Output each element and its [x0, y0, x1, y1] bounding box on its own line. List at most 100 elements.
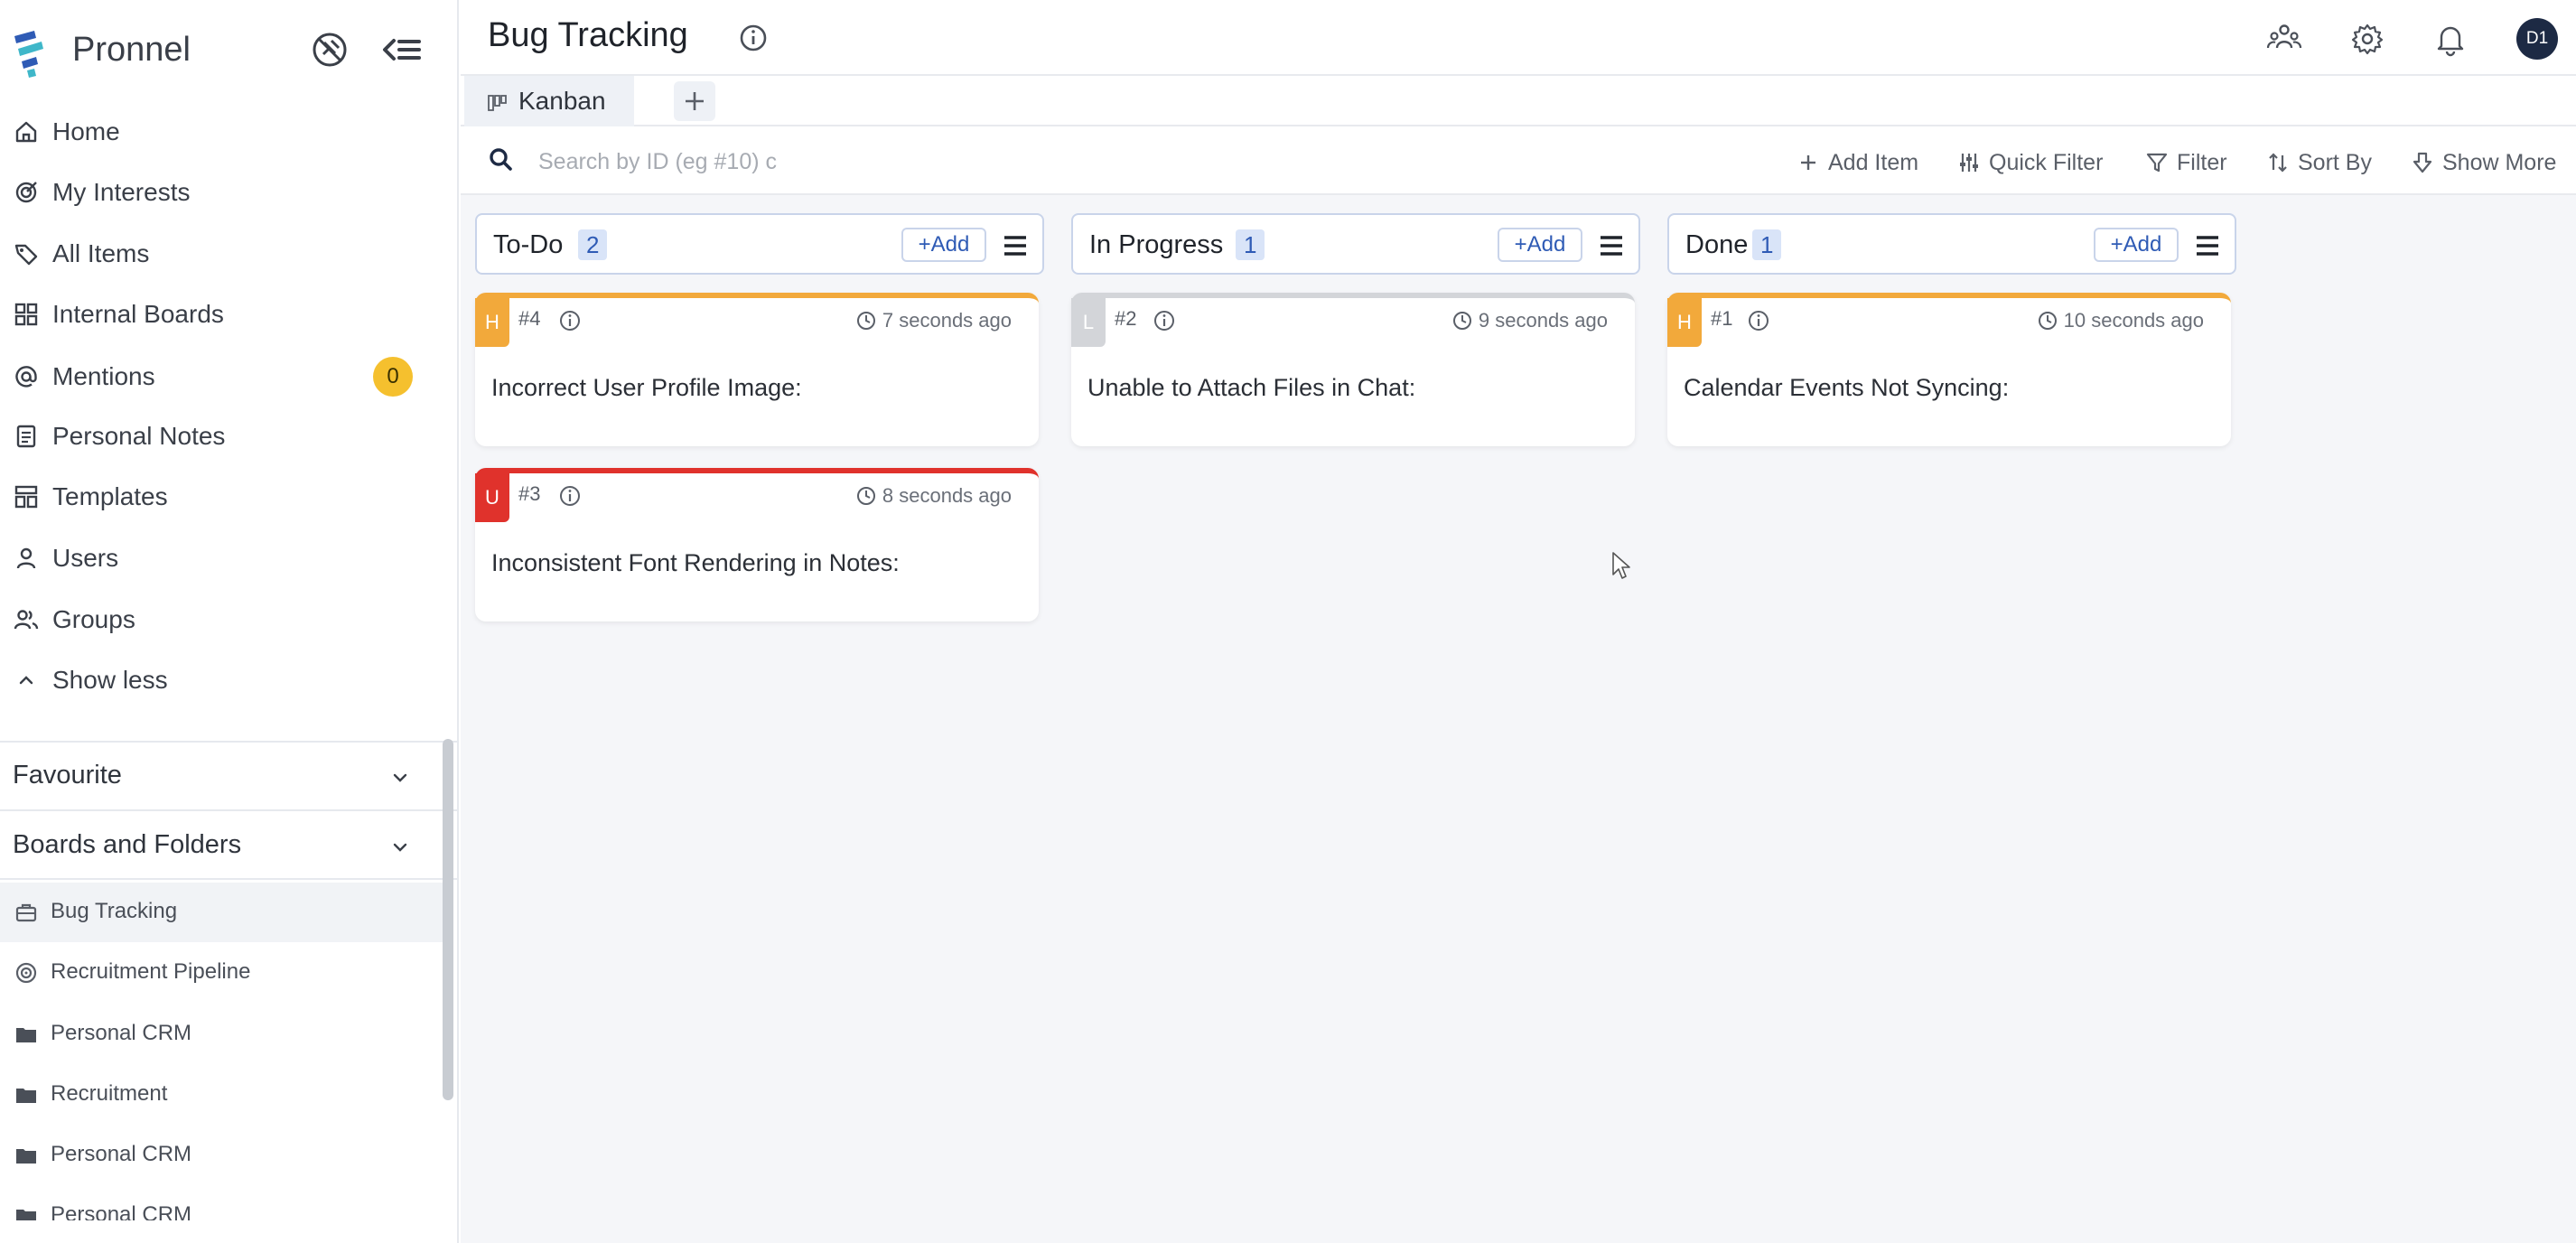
chevron-down-icon — [393, 773, 407, 782]
board-item-bug-tracking[interactable]: Bug Tracking — [0, 883, 443, 942]
show-less-toggle[interactable]: Show less — [0, 654, 434, 706]
column-count-badge: 2 — [578, 229, 608, 260]
column-add-button[interactable]: +Add — [901, 228, 986, 262]
sort-icon — [2269, 153, 2287, 173]
section-label: Boards and Folders — [13, 830, 242, 859]
nav-label: Users — [52, 544, 119, 572]
view-tabs-bar: Kanban — [461, 76, 2576, 126]
column-add-button[interactable]: +Add — [2094, 228, 2179, 262]
board-label: Personal CRM — [51, 1202, 192, 1220]
nav-label: All Items — [52, 239, 150, 267]
info-icon[interactable] — [1747, 309, 1770, 332]
filter-label: Filter — [2177, 149, 2227, 175]
sidebar: Pronnel Home My Interests All Items Inte… — [0, 0, 459, 1243]
nav-mentions[interactable]: Mentions 0 — [0, 350, 434, 403]
nav-internal-boards[interactable]: Internal Boards — [0, 288, 434, 341]
sidebar-divider — [0, 809, 457, 811]
pronnel-logo-icon — [9, 27, 52, 78]
quick-filter-button[interactable]: Quick Filter — [1956, 145, 2103, 181]
nav-users[interactable]: Users — [0, 532, 434, 584]
grid-icon — [14, 303, 38, 326]
folder-item-personal-crm[interactable]: Personal CRM — [0, 1186, 443, 1220]
interests-icon — [15, 182, 37, 203]
column-title: To-Do — [493, 230, 564, 259]
search-input[interactable] — [538, 143, 795, 181]
search-icon — [490, 148, 512, 171]
nav-my-interests[interactable]: My Interests — [0, 166, 434, 219]
nav-home[interactable]: Home — [0, 106, 434, 158]
board-label: Recruitment — [51, 1081, 168, 1106]
tab-kanban[interactable]: Kanban — [464, 76, 634, 126]
nav-all-items[interactable]: All Items — [0, 228, 434, 280]
column-header-done: Done 1 +Add — [1667, 213, 2236, 275]
card-title: Calendar Events Not Syncing: — [1684, 374, 2010, 401]
nav-label: Mentions — [52, 362, 155, 390]
users-icon — [14, 610, 39, 630]
show-more-button[interactable]: Show More — [2410, 145, 2556, 181]
priority-badge: L — [1071, 298, 1106, 347]
board-item-recruitment-pipeline[interactable]: Recruitment Pipeline — [0, 943, 443, 1003]
favourite-section-header[interactable]: Favourite — [0, 743, 432, 809]
kanban-card[interactable]: U #3 8 seconds ago Inconsistent Font Ren… — [475, 468, 1039, 622]
collapse-sidebar-icon[interactable] — [379, 27, 425, 72]
nav-label: Templates — [52, 482, 168, 510]
card-time-text: 8 seconds ago — [882, 484, 1012, 507]
menu-icon[interactable] — [1001, 231, 1030, 260]
folder-item-personal-crm[interactable]: Personal CRM — [0, 1126, 443, 1185]
card-timestamp: 10 seconds ago — [2037, 307, 2204, 334]
info-icon[interactable] — [558, 309, 582, 332]
info-icon[interactable] — [1153, 309, 1176, 332]
notification-bell-icon[interactable] — [2430, 18, 2471, 60]
kanban-card[interactable]: H #1 10 seconds ago Calendar Events Not … — [1667, 293, 2231, 446]
nav-label: Show less — [52, 666, 168, 694]
nav-templates[interactable]: Templates — [0, 471, 434, 523]
add-item-button[interactable]: Add Item — [1796, 145, 1918, 181]
menu-icon[interactable] — [2193, 231, 2222, 260]
clock-icon — [856, 487, 875, 505]
card-id: #3 — [518, 482, 541, 505]
nav-label: Internal Boards — [52, 300, 224, 328]
boards-folders-section-header[interactable]: Boards and Folders — [0, 812, 432, 879]
clock-icon — [2038, 312, 2057, 330]
card-id: #2 — [1115, 307, 1137, 330]
briefcase-icon — [15, 903, 37, 922]
sort-by-button[interactable]: Sort By — [2265, 145, 2372, 181]
menu-icon[interactable] — [1597, 231, 1626, 260]
nav-label: My Interests — [52, 178, 191, 206]
priority-badge: U — [475, 473, 509, 522]
info-icon[interactable] — [558, 484, 582, 508]
user-avatar[interactable]: D1 — [2516, 18, 2558, 60]
nav-groups[interactable]: Groups — [0, 593, 434, 646]
column-add-button[interactable]: +Add — [1498, 228, 1582, 262]
kanban-card[interactable]: L #2 9 seconds ago Unable to Attach File… — [1071, 293, 1635, 446]
folder-icon — [16, 1089, 36, 1103]
board-label: Bug Tracking — [51, 899, 178, 923]
mouse-cursor-icon — [1612, 552, 1630, 579]
info-icon[interactable] — [737, 22, 770, 54]
column-count-badge: 1 — [1236, 229, 1265, 260]
add-view-button[interactable] — [674, 81, 715, 121]
team-icon[interactable] — [2263, 18, 2305, 60]
logo-row: Pronnel — [9, 27, 452, 78]
filter-button[interactable]: Filter — [2144, 145, 2227, 181]
quick-filter-label: Quick Filter — [1989, 149, 2104, 175]
board-label: Personal CRM — [51, 1021, 192, 1045]
board-toolbar: Add Item Quick Filter Filter Sort By Sho… — [461, 126, 2576, 195]
folder-icon — [16, 1149, 36, 1164]
nav-personal-notes[interactable]: Personal Notes — [0, 410, 434, 463]
folder-item-personal-crm[interactable]: Personal CRM — [0, 1005, 443, 1064]
add-item-label: Add Item — [1828, 149, 1919, 175]
nav-label: Personal Notes — [52, 422, 226, 450]
chevron-up-icon — [19, 676, 33, 685]
tag-icon — [14, 244, 38, 266]
sidebar-scrollbar[interactable] — [443, 739, 453, 1100]
folder-item-recruitment[interactable]: Recruitment — [0, 1065, 443, 1125]
sliders-icon — [1960, 154, 1978, 172]
card-title: Unable to Attach Files in Chat: — [1087, 374, 1416, 401]
unpin-icon[interactable] — [307, 27, 352, 72]
card-id: #1 — [1711, 307, 1733, 330]
kanban-card[interactable]: H #4 7 seconds ago Incorrect User Profil… — [475, 293, 1039, 446]
settings-gear-icon[interactable] — [2347, 18, 2388, 60]
column-title: In Progress — [1089, 230, 1224, 259]
template-icon — [14, 485, 38, 509]
